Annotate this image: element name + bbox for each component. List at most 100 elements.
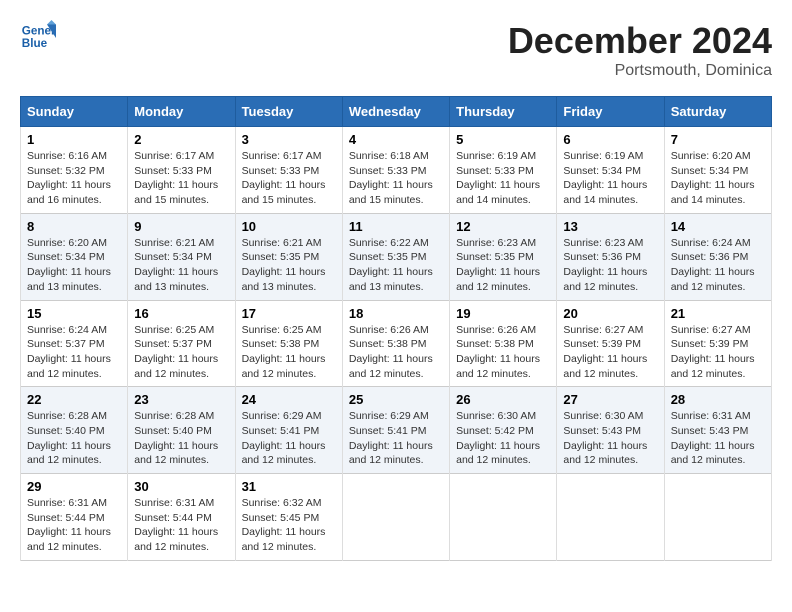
day-info: Sunrise: 6:24 AM Sunset: 5:37 PM Dayligh… <box>27 324 111 380</box>
logo-icon: General Blue <box>20 20 56 56</box>
calendar-cell: 18 Sunrise: 6:26 AM Sunset: 5:38 PM Dayl… <box>342 300 449 387</box>
weekday-header-friday: Friday <box>557 97 664 127</box>
weekday-header-monday: Monday <box>128 97 235 127</box>
day-number: 26 <box>456 392 550 407</box>
calendar-week-row: 15 Sunrise: 6:24 AM Sunset: 5:37 PM Dayl… <box>21 300 772 387</box>
day-info: Sunrise: 6:32 AM Sunset: 5:45 PM Dayligh… <box>242 497 326 553</box>
calendar-cell: 3 Sunrise: 6:17 AM Sunset: 5:33 PM Dayli… <box>235 127 342 214</box>
day-number: 5 <box>456 132 550 147</box>
day-number: 4 <box>349 132 443 147</box>
day-number: 13 <box>563 219 657 234</box>
month-title: December 2024 <box>508 20 772 62</box>
weekday-header-saturday: Saturday <box>664 97 771 127</box>
day-number: 10 <box>242 219 336 234</box>
calendar-cell: 17 Sunrise: 6:25 AM Sunset: 5:38 PM Dayl… <box>235 300 342 387</box>
calendar-cell: 31 Sunrise: 6:32 AM Sunset: 5:45 PM Dayl… <box>235 474 342 561</box>
calendar-week-row: 29 Sunrise: 6:31 AM Sunset: 5:44 PM Dayl… <box>21 474 772 561</box>
day-info: Sunrise: 6:30 AM Sunset: 5:42 PM Dayligh… <box>456 410 540 466</box>
day-number: 7 <box>671 132 765 147</box>
calendar-cell: 14 Sunrise: 6:24 AM Sunset: 5:36 PM Dayl… <box>664 213 771 300</box>
day-number: 22 <box>27 392 121 407</box>
calendar-cell: 19 Sunrise: 6:26 AM Sunset: 5:38 PM Dayl… <box>450 300 557 387</box>
day-info: Sunrise: 6:28 AM Sunset: 5:40 PM Dayligh… <box>134 410 218 466</box>
calendar-body: 1 Sunrise: 6:16 AM Sunset: 5:32 PM Dayli… <box>21 127 772 561</box>
day-number: 20 <box>563 306 657 321</box>
calendar-cell: 20 Sunrise: 6:27 AM Sunset: 5:39 PM Dayl… <box>557 300 664 387</box>
day-number: 27 <box>563 392 657 407</box>
calendar-cell: 12 Sunrise: 6:23 AM Sunset: 5:35 PM Dayl… <box>450 213 557 300</box>
calendar-cell: 10 Sunrise: 6:21 AM Sunset: 5:35 PM Dayl… <box>235 213 342 300</box>
day-info: Sunrise: 6:27 AM Sunset: 5:39 PM Dayligh… <box>671 324 755 380</box>
calendar-cell: 25 Sunrise: 6:29 AM Sunset: 5:41 PM Dayl… <box>342 387 449 474</box>
calendar-cell: 21 Sunrise: 6:27 AM Sunset: 5:39 PM Dayl… <box>664 300 771 387</box>
calendar-cell: 23 Sunrise: 6:28 AM Sunset: 5:40 PM Dayl… <box>128 387 235 474</box>
day-number: 3 <box>242 132 336 147</box>
weekday-header-thursday: Thursday <box>450 97 557 127</box>
day-number: 11 <box>349 219 443 234</box>
day-info: Sunrise: 6:25 AM Sunset: 5:37 PM Dayligh… <box>134 324 218 380</box>
weekday-header-sunday: Sunday <box>21 97 128 127</box>
day-number: 25 <box>349 392 443 407</box>
logo: General Blue <box>20 20 60 56</box>
calendar-cell: 2 Sunrise: 6:17 AM Sunset: 5:33 PM Dayli… <box>128 127 235 214</box>
day-info: Sunrise: 6:17 AM Sunset: 5:33 PM Dayligh… <box>134 150 218 206</box>
calendar-cell <box>342 474 449 561</box>
calendar-header: SundayMondayTuesdayWednesdayThursdayFrid… <box>21 97 772 127</box>
day-info: Sunrise: 6:17 AM Sunset: 5:33 PM Dayligh… <box>242 150 326 206</box>
calendar-cell: 5 Sunrise: 6:19 AM Sunset: 5:33 PM Dayli… <box>450 127 557 214</box>
calendar-cell: 24 Sunrise: 6:29 AM Sunset: 5:41 PM Dayl… <box>235 387 342 474</box>
calendar-week-row: 22 Sunrise: 6:28 AM Sunset: 5:40 PM Dayl… <box>21 387 772 474</box>
day-info: Sunrise: 6:21 AM Sunset: 5:35 PM Dayligh… <box>242 237 326 293</box>
day-info: Sunrise: 6:28 AM Sunset: 5:40 PM Dayligh… <box>27 410 111 466</box>
calendar-cell: 30 Sunrise: 6:31 AM Sunset: 5:44 PM Dayl… <box>128 474 235 561</box>
day-number: 6 <box>563 132 657 147</box>
day-info: Sunrise: 6:31 AM Sunset: 5:44 PM Dayligh… <box>27 497 111 553</box>
day-info: Sunrise: 6:26 AM Sunset: 5:38 PM Dayligh… <box>349 324 433 380</box>
calendar-cell: 6 Sunrise: 6:19 AM Sunset: 5:34 PM Dayli… <box>557 127 664 214</box>
day-number: 2 <box>134 132 228 147</box>
day-number: 19 <box>456 306 550 321</box>
day-number: 12 <box>456 219 550 234</box>
day-info: Sunrise: 6:29 AM Sunset: 5:41 PM Dayligh… <box>242 410 326 466</box>
calendar-cell: 26 Sunrise: 6:30 AM Sunset: 5:42 PM Dayl… <box>450 387 557 474</box>
calendar-cell: 9 Sunrise: 6:21 AM Sunset: 5:34 PM Dayli… <box>128 213 235 300</box>
day-number: 15 <box>27 306 121 321</box>
day-info: Sunrise: 6:21 AM Sunset: 5:34 PM Dayligh… <box>134 237 218 293</box>
calendar-cell: 22 Sunrise: 6:28 AM Sunset: 5:40 PM Dayl… <box>21 387 128 474</box>
day-number: 21 <box>671 306 765 321</box>
day-number: 30 <box>134 479 228 494</box>
day-number: 17 <box>242 306 336 321</box>
day-info: Sunrise: 6:31 AM Sunset: 5:44 PM Dayligh… <box>134 497 218 553</box>
day-info: Sunrise: 6:19 AM Sunset: 5:33 PM Dayligh… <box>456 150 540 206</box>
day-info: Sunrise: 6:29 AM Sunset: 5:41 PM Dayligh… <box>349 410 433 466</box>
day-number: 16 <box>134 306 228 321</box>
calendar-cell: 29 Sunrise: 6:31 AM Sunset: 5:44 PM Dayl… <box>21 474 128 561</box>
day-number: 8 <box>27 219 121 234</box>
day-number: 29 <box>27 479 121 494</box>
calendar-cell <box>450 474 557 561</box>
location-label: Portsmouth, Dominica <box>508 62 772 80</box>
day-number: 31 <box>242 479 336 494</box>
day-info: Sunrise: 6:22 AM Sunset: 5:35 PM Dayligh… <box>349 237 433 293</box>
calendar-cell: 7 Sunrise: 6:20 AM Sunset: 5:34 PM Dayli… <box>664 127 771 214</box>
calendar-cell: 13 Sunrise: 6:23 AM Sunset: 5:36 PM Dayl… <box>557 213 664 300</box>
day-number: 14 <box>671 219 765 234</box>
calendar-table: SundayMondayTuesdayWednesdayThursdayFrid… <box>20 96 772 561</box>
calendar-cell: 27 Sunrise: 6:30 AM Sunset: 5:43 PM Dayl… <box>557 387 664 474</box>
title-block: December 2024 Portsmouth, Dominica <box>508 20 772 80</box>
calendar-cell <box>557 474 664 561</box>
weekday-header-tuesday: Tuesday <box>235 97 342 127</box>
day-info: Sunrise: 6:23 AM Sunset: 5:35 PM Dayligh… <box>456 237 540 293</box>
day-info: Sunrise: 6:27 AM Sunset: 5:39 PM Dayligh… <box>563 324 647 380</box>
calendar-cell <box>664 474 771 561</box>
weekday-header-row: SundayMondayTuesdayWednesdayThursdayFrid… <box>21 97 772 127</box>
day-info: Sunrise: 6:20 AM Sunset: 5:34 PM Dayligh… <box>27 237 111 293</box>
day-info: Sunrise: 6:16 AM Sunset: 5:32 PM Dayligh… <box>27 150 111 206</box>
calendar-cell: 8 Sunrise: 6:20 AM Sunset: 5:34 PM Dayli… <box>21 213 128 300</box>
day-info: Sunrise: 6:20 AM Sunset: 5:34 PM Dayligh… <box>671 150 755 206</box>
day-info: Sunrise: 6:25 AM Sunset: 5:38 PM Dayligh… <box>242 324 326 380</box>
calendar-cell: 15 Sunrise: 6:24 AM Sunset: 5:37 PM Dayl… <box>21 300 128 387</box>
calendar-cell: 16 Sunrise: 6:25 AM Sunset: 5:37 PM Dayl… <box>128 300 235 387</box>
weekday-header-wednesday: Wednesday <box>342 97 449 127</box>
calendar-week-row: 1 Sunrise: 6:16 AM Sunset: 5:32 PM Dayli… <box>21 127 772 214</box>
